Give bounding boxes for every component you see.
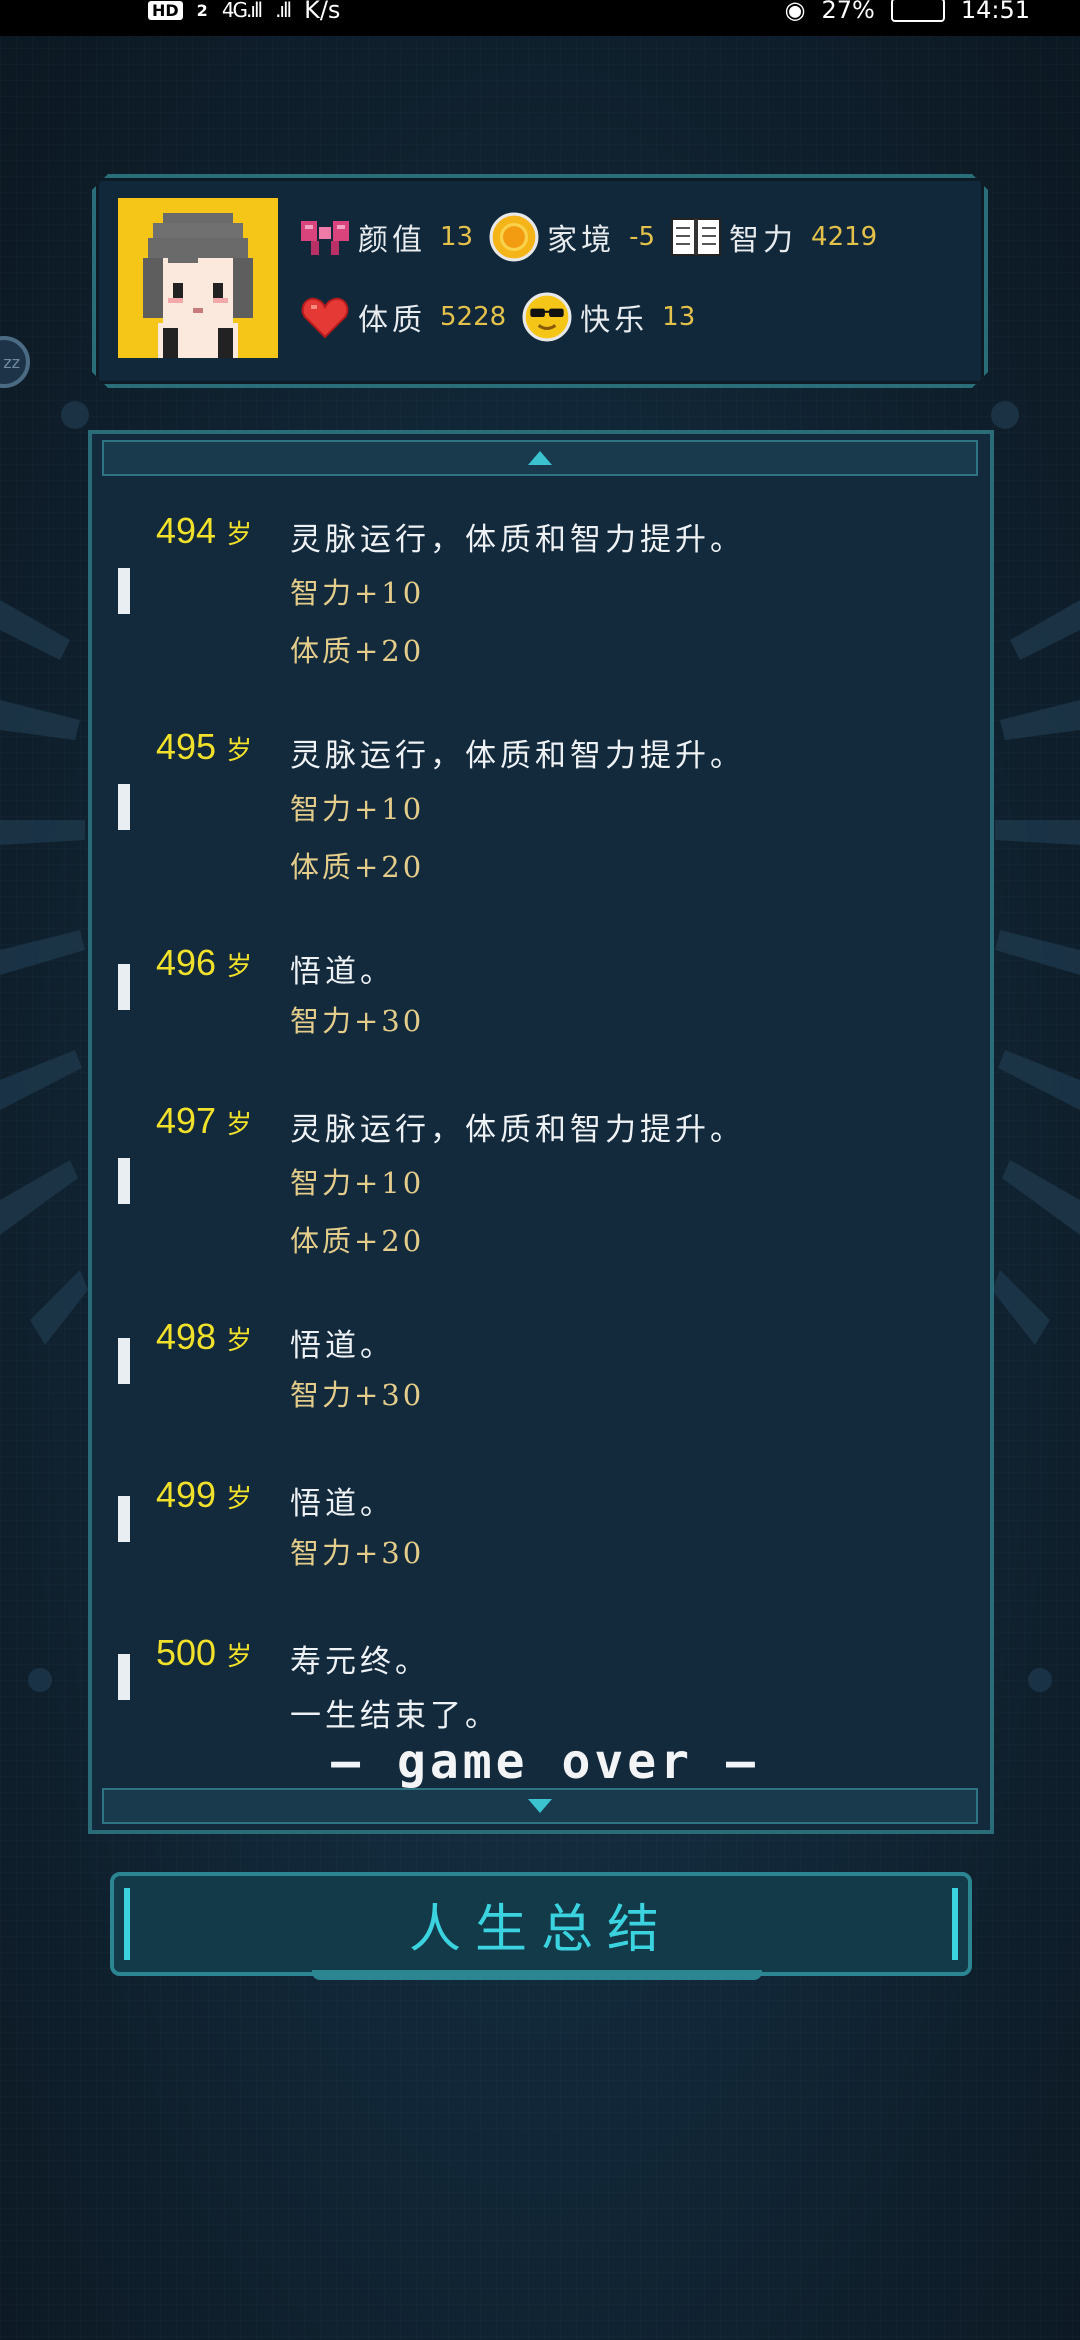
entry-age: 496 岁 [156,942,253,983]
hd-badge: HD [148,0,183,20]
avatar [118,198,278,358]
entry-marker [118,568,130,614]
signal-icon-2: .ıll [275,0,292,22]
stat-label: 家境 [547,223,616,258]
button-edge-left [124,1888,130,1960]
button-underline [312,1970,762,1980]
stat-label: 智力 [729,223,798,258]
stat-happiness: 快乐 13 [520,290,695,344]
game-over-text: — game over — [331,1734,759,1790]
entry-marker [118,1158,130,1204]
stat-value: -5 [629,222,656,252]
life-summary-button[interactable]: 人生总结 [110,1872,972,1976]
status-bar: HD 2 4G.ıll .ıll K/s ◉ 27% 14:51 [0,0,1080,36]
life-log-panel[interactable]: 494 岁 灵脉运行，体质和智力提升。 智力+10 体质+20 495 岁 灵脉运行… [88,430,994,1834]
entry-effect: 一生结束了。 [290,1698,500,1734]
entry-text: 灵脉运行，体质和智力提升。 [290,522,745,558]
stat-intelligence: 智力 4219 [669,210,877,264]
entry-effect: 智力+10 [290,792,425,826]
stat-value: 13 [662,302,696,332]
life-summary-label: 人生总结 [408,1899,673,1960]
coin-icon [487,210,541,264]
entry-text: 悟道。 [290,1328,395,1364]
entry-text: 灵脉运行，体质和智力提升。 [290,738,745,774]
stat-label: 颜值 [358,223,426,258]
battery-percent: 27% [821,0,875,24]
battery-icon [890,0,945,22]
chevron-down-icon [528,1799,552,1813]
sim-index: 2 [196,0,208,20]
entry-marker [118,1496,130,1542]
bow-icon [298,210,352,264]
entry-age: 497 岁 [156,1100,253,1141]
entry-effect: 体质+20 [290,850,425,884]
eye-icon: ◉ [784,0,806,24]
entry-text: 悟道。 [290,954,395,990]
entry-text: 寿元终。 [290,1644,430,1680]
entry-marker [118,784,130,830]
stat-value: 5228 [440,302,507,332]
entry-marker [118,964,130,1010]
button-edge-right [952,1888,958,1960]
entry-age: 494 岁 [156,510,253,551]
stat-family: 家境 -5 [487,210,655,264]
stat-value: 13 [440,222,474,252]
entry-text: 灵脉运行，体质和智力提升。 [290,1112,745,1148]
stat-value: 4219 [811,222,878,252]
entry-age: 495 岁 [156,726,253,767]
entry-effect: 体质+20 [290,634,425,668]
entry-age: 500 岁 [156,1632,253,1673]
entry-effect: 体质+20 [290,1224,425,1258]
stat-label: 快乐 [580,303,649,338]
stats-panel: 颜值 13 家境 -5 智力 4219 体质 5228 快乐 13 [92,174,988,388]
entry-effect: 智力+30 [290,1378,425,1412]
entry-effect: 智力+10 [290,1166,425,1200]
chevron-up-icon [528,451,552,465]
stat-label: 体质 [358,303,426,338]
network-speed: K/s [304,0,341,24]
entry-age: 499 岁 [156,1474,253,1515]
entry-marker [118,1338,130,1384]
signal-icon: 4G.ıll [221,0,263,22]
scroll-up-button[interactable] [102,440,978,476]
book-icon [669,210,723,264]
entry-marker [118,1654,130,1700]
stat-constitution: 体质 5228 [298,290,506,344]
stats-row-2: 体质 5228 快乐 13 [298,290,709,344]
game-screen: HD 2 4G.ıll .ıll K/s ◉ 27% 14:51 zz 颜值 1… [0,0,1080,2340]
heart-icon [298,290,352,344]
stats-row-1: 颜值 13 家境 -5 智力 4219 [298,210,891,264]
entry-effect: 智力+30 [290,1536,425,1570]
stat-appearance: 颜值 13 [298,210,473,264]
entry-effect: 智力+30 [290,1004,425,1038]
entry-effect: 智力+10 [290,576,425,610]
sunglasses-face-icon [520,290,574,344]
entry-age: 498 岁 [156,1316,253,1357]
entry-text: 悟道。 [290,1486,395,1522]
scroll-down-button[interactable] [102,1788,978,1824]
clock: 14:51 [960,0,1030,24]
